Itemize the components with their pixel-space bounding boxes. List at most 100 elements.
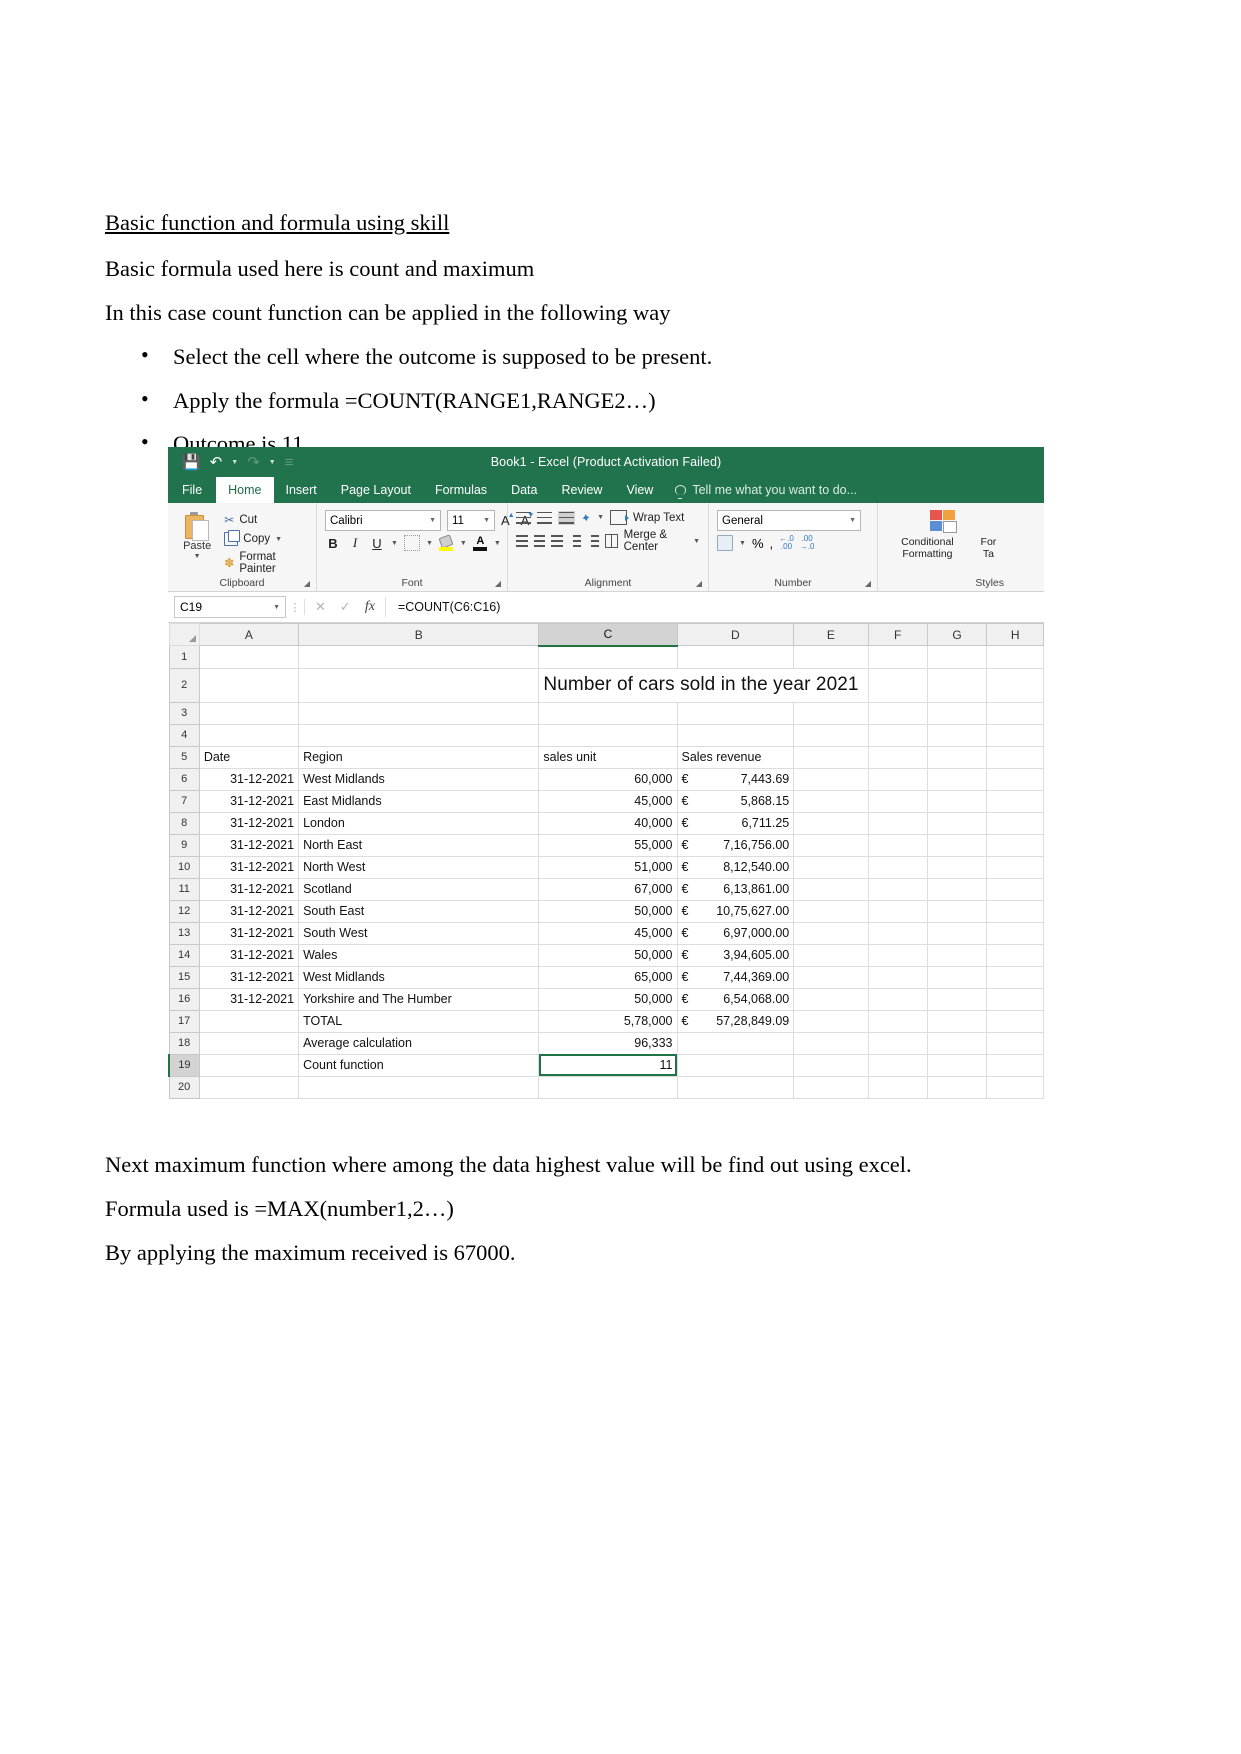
cell-summary-revenue[interactable] (676, 1053, 795, 1077)
cell-empty[interactable] (867, 943, 928, 967)
chevron-down-icon[interactable]: ▼ (494, 540, 501, 547)
cell-b4[interactable] (298, 723, 540, 747)
cell-f5[interactable] (867, 745, 928, 769)
cell-date[interactable]: 31-12-2021 (198, 833, 300, 857)
cell-a1[interactable] (198, 645, 300, 669)
cell-empty[interactable] (926, 965, 988, 989)
cell-f1[interactable] (867, 645, 928, 669)
cell-empty[interactable] (198, 1053, 300, 1077)
cell-empty[interactable] (926, 921, 988, 945)
tab-insert[interactable]: Insert (274, 477, 329, 503)
chevron-down-icon[interactable]: ▼ (273, 604, 280, 611)
cell-empty[interactable] (986, 1009, 1044, 1033)
cell-region[interactable]: Wales (298, 943, 540, 967)
increase-decimal-icon[interactable]: ←.0.00 (779, 534, 794, 552)
cell-empty[interactable] (793, 1031, 869, 1055)
cell-empty[interactable] (926, 987, 988, 1011)
cell-sales-revenue[interactable]: €7,16,756.00 (676, 833, 795, 857)
merge-center-label[interactable]: Merge & Center (624, 529, 687, 553)
cell-g20[interactable] (926, 1075, 988, 1099)
copy-button[interactable]: Copy ▼ (224, 530, 308, 546)
cell-c3[interactable] (538, 701, 678, 725)
cell-sales-revenue[interactable]: €5,868.15 (676, 789, 795, 813)
cell-empty[interactable] (793, 789, 869, 813)
cancel-icon[interactable]: ✕ (315, 599, 326, 615)
cell-sales-unit[interactable]: 50,000 (538, 943, 678, 967)
comma-style-button[interactable]: , (770, 536, 774, 551)
chevron-down-icon[interactable]: ▼ (597, 514, 604, 521)
cell-sales-unit[interactable]: 45,000 (538, 789, 678, 813)
cell-empty[interactable] (793, 899, 869, 923)
cell-region[interactable]: South East (298, 899, 540, 923)
header-cell-date[interactable]: Date (198, 745, 300, 769)
cell-empty[interactable] (926, 877, 988, 901)
cell-empty[interactable] (867, 789, 928, 813)
cell-e3[interactable] (793, 701, 869, 725)
cell-h3[interactable] (986, 701, 1044, 725)
cell-sales-revenue[interactable]: €7,443.69 (676, 767, 795, 791)
spreadsheet-grid[interactable]: A B C D E F G H 1 2 Number of cars sold … (168, 623, 1044, 1099)
cell-e5[interactable] (793, 745, 869, 769)
cell-region[interactable]: East Midlands (298, 789, 540, 813)
cell-sales-revenue[interactable]: €8,12,540.00 (676, 855, 795, 879)
cell-empty[interactable] (793, 965, 869, 989)
cell-a3[interactable] (198, 701, 300, 725)
chevron-down-icon[interactable]: ▼ (426, 540, 433, 547)
cell-empty[interactable] (793, 943, 869, 967)
cell-date[interactable]: 31-12-2021 (198, 943, 300, 967)
cell-empty[interactable] (867, 855, 928, 879)
header-cell-sales-revenue[interactable]: Sales revenue (676, 745, 795, 769)
cell-empty[interactable] (926, 811, 988, 835)
column-header-f[interactable]: F (867, 623, 928, 646)
cell-sales-unit[interactable]: 50,000 (538, 987, 678, 1011)
cut-button[interactable]: ✂ Cut (224, 513, 308, 527)
select-all-corner[interactable] (168, 623, 200, 646)
align-bottom-icon[interactable] (558, 510, 575, 525)
cell-h5[interactable] (986, 745, 1044, 769)
cell-empty[interactable] (867, 1053, 928, 1077)
cell-empty[interactable] (867, 877, 928, 901)
header-cell-sales-unit[interactable]: sales unit (538, 745, 678, 769)
dialog-launcher-icon[interactable]: ◢ (304, 576, 310, 591)
cell-empty[interactable] (926, 855, 988, 879)
align-center-icon[interactable] (533, 535, 546, 547)
cell-g1[interactable] (926, 645, 988, 669)
column-header-b[interactable]: B (298, 623, 540, 646)
cell-empty[interactable] (986, 811, 1044, 835)
cell-h20[interactable] (986, 1075, 1044, 1099)
orientation-icon[interactable]: ✦ (580, 510, 592, 526)
cell-sales-revenue[interactable]: €7,44,369.00 (676, 965, 795, 989)
column-header-h[interactable]: H (986, 623, 1044, 646)
cell-summary-revenue[interactable] (676, 1031, 795, 1055)
insert-function-icon[interactable]: fx (365, 599, 375, 615)
tab-page-layout[interactable]: Page Layout (329, 477, 423, 503)
row-header[interactable]: 3 (168, 701, 200, 725)
row-header[interactable]: 2 (168, 667, 200, 703)
cell-d20[interactable] (676, 1075, 795, 1099)
cell-date[interactable]: 31-12-2021 (198, 811, 300, 835)
font-name-combobox[interactable]: Calibri ▼ (325, 510, 441, 531)
column-header-a[interactable]: A (198, 623, 300, 646)
cell-d3[interactable] (676, 701, 795, 725)
formula-bar-buttons[interactable]: ✕ ✓ fx (304, 599, 385, 615)
cell-a20[interactable] (198, 1075, 300, 1099)
cell-sales-revenue[interactable]: €6,711.25 (676, 811, 795, 835)
chevron-down-icon[interactable]: ▼ (693, 538, 700, 545)
cell-h1[interactable] (986, 645, 1044, 669)
row-header[interactable]: 9 (168, 833, 200, 857)
cell-date[interactable]: 31-12-2021 (198, 899, 300, 923)
name-box[interactable]: C19 ▼ (174, 596, 286, 618)
cell-empty[interactable] (986, 1031, 1044, 1055)
paste-button[interactable]: Paste ▼ (176, 510, 218, 560)
cell-empty[interactable] (867, 921, 928, 945)
accounting-format-icon[interactable] (717, 535, 733, 552)
cell-region[interactable]: Scotland (298, 877, 540, 901)
chevron-down-icon[interactable]: ▼ (275, 536, 282, 543)
cell-sales-unit[interactable]: 45,000 (538, 921, 678, 945)
borders-icon[interactable] (403, 535, 420, 551)
cell-g4[interactable] (926, 723, 988, 747)
cell-h4[interactable] (986, 723, 1044, 747)
cell-date[interactable]: 31-12-2021 (198, 965, 300, 989)
tab-data[interactable]: Data (499, 477, 549, 503)
cell-f2[interactable] (867, 667, 928, 703)
